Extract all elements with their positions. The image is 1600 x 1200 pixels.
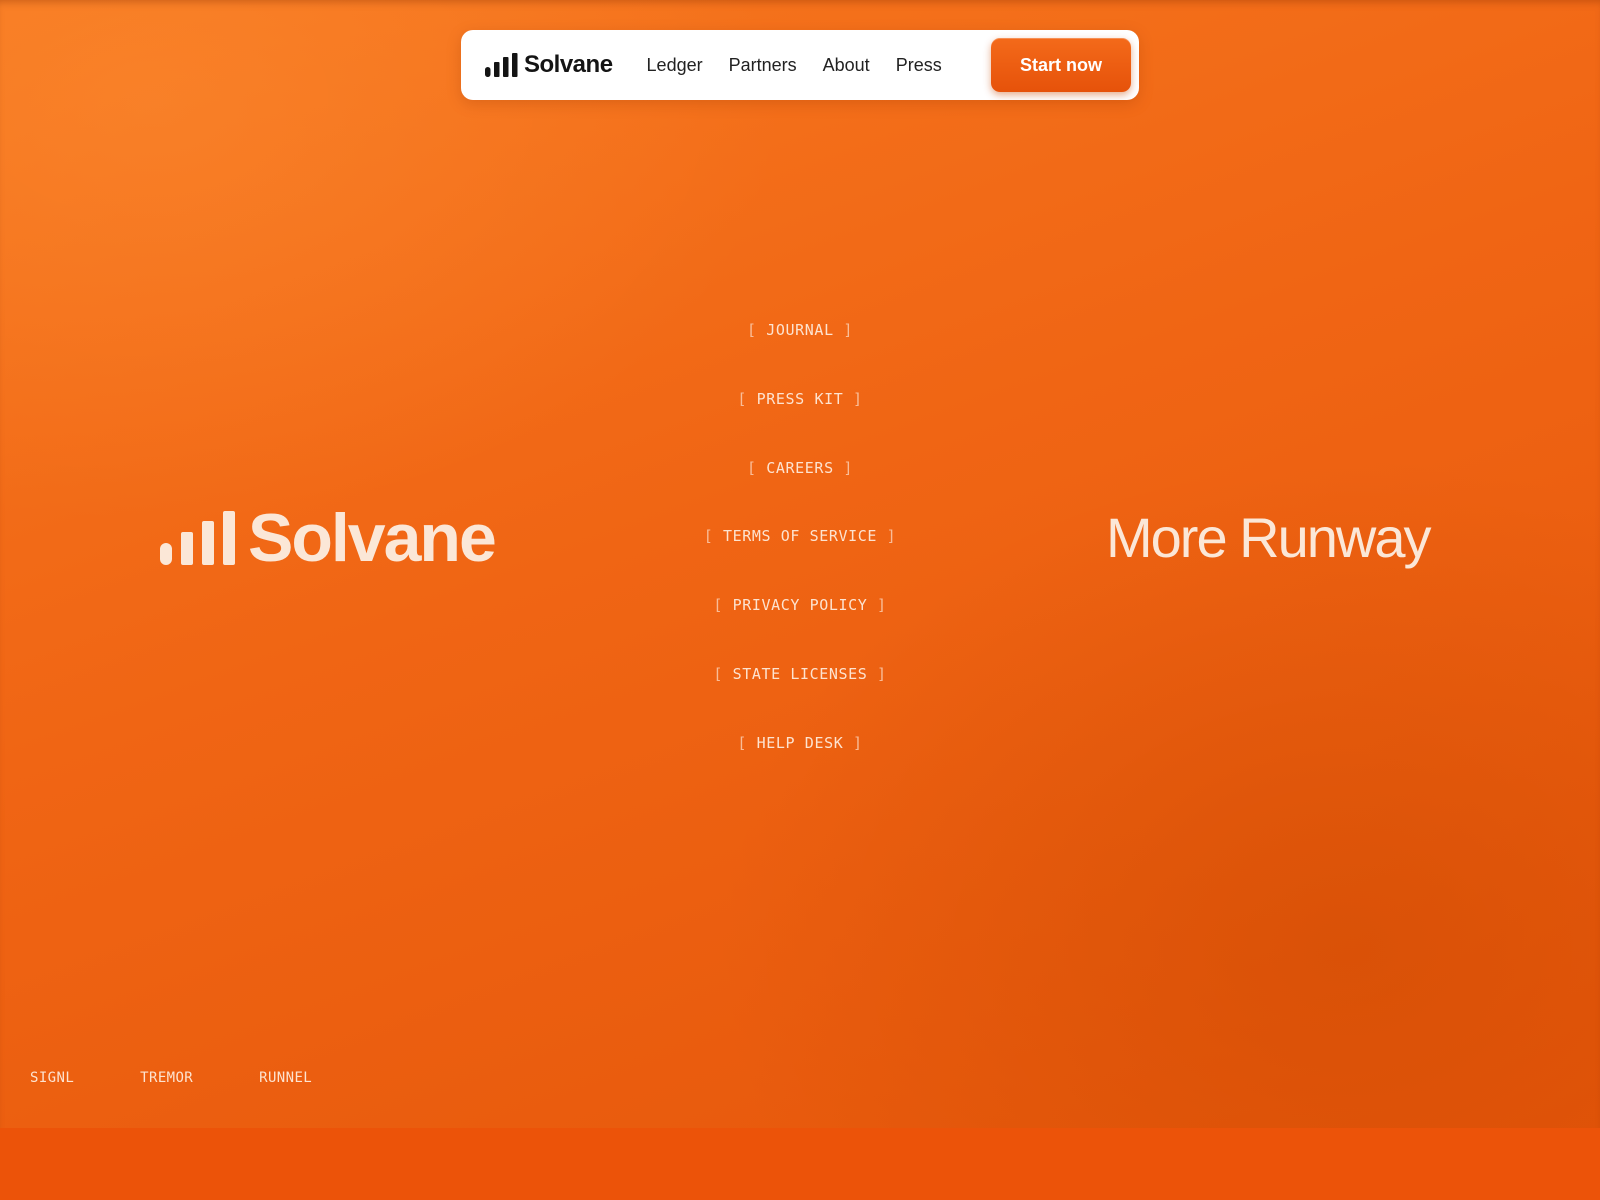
list-item: [ HELP DESK ] — [600, 729, 1000, 798]
list-item: [ PRESS KIT ] — [600, 385, 1000, 454]
partner-marks: SIGNL TREMOR RUNNEL — [30, 1070, 312, 1086]
list-item: [ CAREERS ] — [600, 454, 1000, 523]
nav-logo-text: Solvane — [524, 51, 613, 78]
brand-lockup: Solvane — [160, 500, 497, 576]
bracket-right: ] — [843, 733, 863, 752]
footer-link-label: TERMS OF SERVICE — [722, 527, 878, 546]
footer-link-press-kit[interactable]: [ PRESS KIT ] — [737, 390, 862, 408]
list-item: [ TERMS OF SERVICE ] — [600, 522, 1000, 591]
bracket-left: [ — [747, 321, 767, 339]
partner-signl[interactable]: SIGNL — [30, 1070, 74, 1086]
signal-bars-icon — [485, 53, 518, 77]
nav-link-about[interactable]: About — [823, 55, 870, 76]
nav-link-press[interactable]: Press — [896, 55, 942, 76]
start-now-button[interactable]: Start now — [991, 38, 1131, 92]
footer-link-help-desk[interactable]: [ HELP DESK ] — [737, 734, 862, 752]
bracket-left: [ — [737, 389, 757, 408]
footer-link-label: HELP DESK — [756, 733, 844, 752]
bracket-right: ] — [833, 458, 853, 477]
bracket-left: [ — [737, 733, 757, 752]
footer-link-careers[interactable]: [ CAREERS ] — [747, 459, 853, 477]
nav-logo[interactable]: Solvane — [485, 51, 613, 79]
bracket-right: ] — [867, 664, 887, 683]
footer-link-journal[interactable]: [ JOURNAL ] — [747, 321, 853, 339]
footer-link-terms-of-service[interactable]: [ TERMS OF SERVICE ] — [704, 527, 897, 545]
footer-link-label: PRIVACY POLICY — [732, 596, 868, 615]
footer-link-label: PRESS KIT — [756, 389, 844, 408]
bracket-left: [ — [747, 458, 767, 477]
footer-link-label: JOURNAL — [766, 321, 834, 339]
list-item: [ STATE LICENSES ] — [600, 660, 1000, 729]
nav-links: Ledger Partners About Press — [647, 55, 942, 76]
bracket-right: ] — [843, 389, 863, 408]
signal-bars-icon — [160, 511, 235, 565]
bracket-left: [ — [713, 664, 733, 683]
nav-link-partners[interactable]: Partners — [729, 55, 797, 76]
footer-links: [ JOURNAL ] [ PRESS KIT ] [ CAREERS ] [ … — [600, 316, 1000, 798]
footer-link-label: CAREERS — [766, 458, 834, 477]
footer-link-label: STATE LICENSES — [732, 664, 868, 683]
list-item: [ PRIVACY POLICY ] — [600, 591, 1000, 660]
bracket-right: ] — [867, 596, 887, 615]
top-navbar: Solvane Ledger Partners About Press Star… — [461, 30, 1139, 100]
bottom-band — [0, 1128, 1600, 1200]
nav-link-ledger[interactable]: Ledger — [647, 55, 703, 76]
brand-wordmark: Solvane — [248, 500, 497, 576]
footer-link-privacy-policy[interactable]: [ PRIVACY POLICY ] — [713, 596, 886, 614]
bracket-left: [ — [703, 527, 723, 546]
list-item: [ JOURNAL ] — [600, 316, 1000, 385]
footer-link-state-licenses[interactable]: [ STATE LICENSES ] — [713, 665, 886, 683]
hero-tagline: More Runway — [1106, 506, 1431, 569]
bracket-left: [ — [713, 596, 733, 615]
bracket-right: ] — [833, 321, 853, 339]
partner-tremor[interactable]: TREMOR — [140, 1070, 193, 1086]
bracket-right: ] — [877, 527, 897, 546]
partner-runnel[interactable]: RUNNEL — [259, 1070, 312, 1086]
